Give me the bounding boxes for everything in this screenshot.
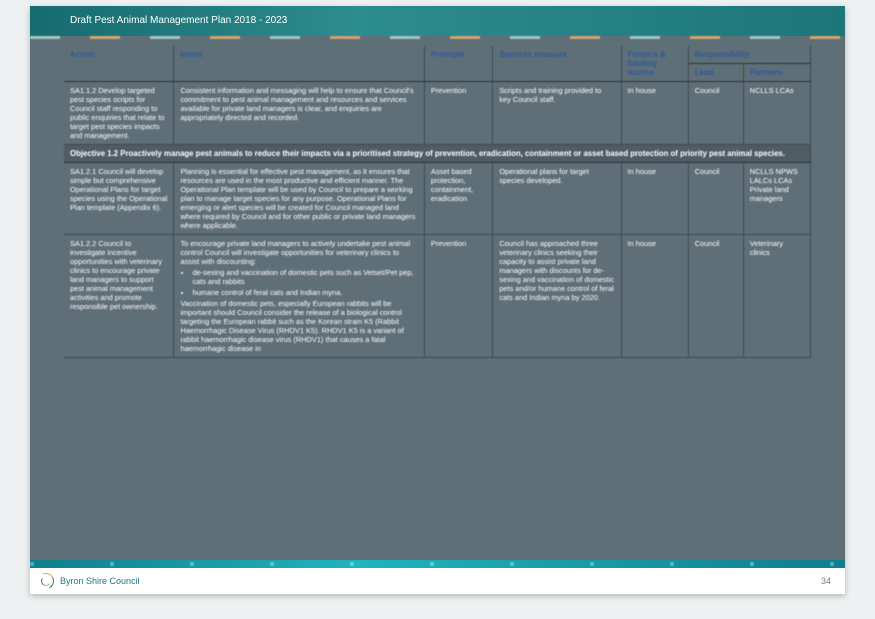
cell-principle: Asset based protection, containment, era…	[424, 163, 492, 235]
col-principle: Principle	[424, 46, 492, 82]
cell-action: SA1.2.1 Council will develop simple but …	[64, 163, 174, 235]
footer-decoration	[30, 560, 845, 568]
cell-principle: Prevention	[424, 82, 492, 145]
objective-text: Objective 1.2 Proactively manage pest an…	[64, 145, 811, 163]
cell-partners: Veterinary clinics	[743, 235, 810, 358]
cell-success: Council has approached three veterinary …	[493, 235, 621, 358]
col-success: Success measure	[493, 46, 621, 82]
col-lead: Lead	[688, 64, 743, 82]
cell-partners: NCLLS LCAs	[743, 82, 810, 145]
cell-action: SA1.2.2 Council to investigate incentive…	[64, 235, 174, 358]
table-row: SA1.1.2 Develop targeted pest species sc…	[64, 82, 811, 145]
cell-success: Operational plans for target species dev…	[493, 163, 621, 235]
col-intent: Intent	[174, 46, 424, 82]
cell-lead: Council	[688, 82, 743, 145]
list-item: de-sexing and vaccination of domestic pe…	[192, 268, 417, 286]
footer-org-name: Byron Shire Council	[60, 576, 140, 586]
cell-lead: Council	[688, 235, 743, 358]
cell-finance: In house	[621, 82, 688, 145]
footer-logo-block: Byron Shire Council	[38, 573, 140, 589]
cell-partners: NCLLS NPWS LALCs LCAs Private land manag…	[743, 163, 810, 235]
cell-success: Scripts and training provided to key Cou…	[493, 82, 621, 145]
table-row: SA1.2.2 Council to investigate incentive…	[64, 235, 811, 358]
col-responsibility: Responsibility	[688, 46, 810, 64]
cell-action: SA1.1.2 Develop targeted pest species sc…	[64, 82, 174, 145]
list-item: humane control of feral cats and Indian …	[192, 288, 417, 297]
page-number: 34	[821, 576, 831, 586]
col-partners: Partners	[743, 64, 810, 82]
cell-intent: Planning is essential for effective pest…	[174, 163, 424, 235]
cell-intent-main: To encourage private land managers to ac…	[180, 239, 410, 266]
cell-finance: In house	[621, 235, 688, 358]
document-page: Draft Pest Animal Management Plan 2018 -…	[30, 6, 845, 594]
cell-intent: Consistent information and messaging wil…	[174, 82, 424, 145]
col-finance: Finance & funding source	[621, 46, 688, 82]
table-row: SA1.2.1 Council will develop simple but …	[64, 163, 811, 235]
objective-row: Objective 1.2 Proactively manage pest an…	[64, 145, 811, 163]
header-bar: Draft Pest Animal Management Plan 2018 -…	[30, 6, 845, 36]
plan-table: Action Intent Principle Success measure …	[64, 46, 811, 358]
council-logo-icon	[38, 573, 54, 589]
cell-intent: To encourage private land managers to ac…	[174, 235, 424, 358]
cell-intent-list: de-sexing and vaccination of domestic pe…	[192, 268, 417, 297]
header-decoration	[30, 36, 845, 46]
table-header-row-1: Action Intent Principle Success measure …	[64, 46, 811, 64]
cell-intent-tail: Vaccination of domestic pets, especially…	[180, 299, 403, 353]
footer: Byron Shire Council 34	[30, 560, 845, 594]
cell-lead: Council	[688, 163, 743, 235]
col-action: Action	[64, 46, 174, 82]
content-area: Action Intent Principle Success measure …	[30, 46, 845, 358]
document-title: Draft Pest Animal Management Plan 2018 -…	[70, 15, 287, 26]
cell-finance: In house	[621, 163, 688, 235]
cell-principle: Prevention	[424, 235, 492, 358]
footer-content: Byron Shire Council 34	[30, 568, 845, 594]
